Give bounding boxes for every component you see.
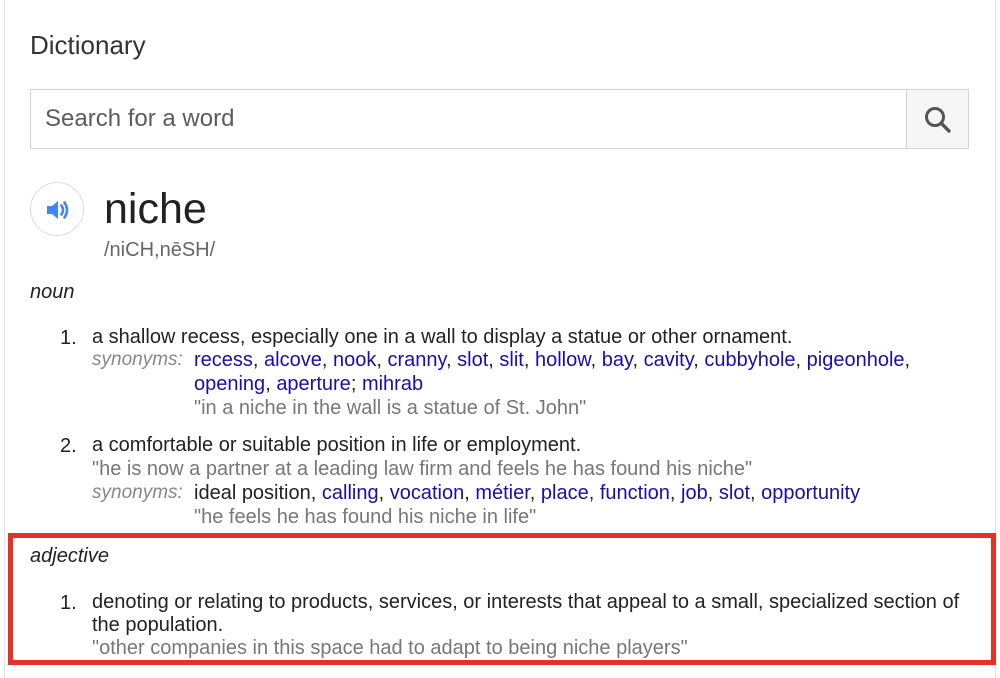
synonym-link[interactable]: métier <box>475 482 529 504</box>
synonym-link[interactable]: bay <box>602 349 633 371</box>
synonym-link[interactable]: cavity <box>644 349 694 371</box>
synonym-link[interactable]: slot <box>457 349 488 371</box>
synonym-link[interactable]: hollow <box>535 349 591 371</box>
synonym-link[interactable]: slit <box>499 349 523 371</box>
synonym-link[interactable]: calling <box>322 482 379 504</box>
definition: a shallow recess, especially one in a wa… <box>92 326 793 348</box>
synonym-link[interactable]: slot <box>719 482 750 504</box>
pronunciation-audio-button[interactable] <box>30 182 84 236</box>
synonyms-label: synonyms: <box>92 482 183 503</box>
synonyms-label: synonyms: <box>92 349 183 370</box>
synonyms-list: ideal position, calling, vocation, métie… <box>194 482 861 504</box>
synonym-link[interactable]: recess <box>194 349 253 371</box>
search-box <box>30 89 969 149</box>
search-button[interactable] <box>906 90 968 148</box>
synonym-text: ideal position <box>194 482 311 504</box>
synonym-link[interactable]: nook <box>333 349 376 371</box>
synonym-link[interactable]: cubbyhole <box>704 349 795 371</box>
synonym-link[interactable]: alcove <box>264 349 322 371</box>
synonym-example: "he feels he has found his niche in life… <box>194 506 537 528</box>
definition: a comfortable or suitable position in li… <box>92 434 582 456</box>
synonym-link[interactable]: cranny <box>387 349 446 371</box>
sense-number: 2. <box>60 435 77 457</box>
example-sentence: "he is now a partner at a leading law fi… <box>92 458 753 480</box>
example-sentence: "in a niche in the wall is a statue of S… <box>194 397 587 419</box>
synonym-link[interactable]: job <box>681 482 708 504</box>
headword: niche <box>104 185 207 233</box>
synonyms-list: recess, alcove, nook, cranny, slot, slit… <box>194 349 911 371</box>
search-input[interactable] <box>31 90 907 148</box>
speaker-icon <box>47 201 69 219</box>
synonym-link[interactable]: opportunity <box>761 482 860 504</box>
synonyms-list-continued: opening, aperture; mihrab <box>194 373 424 395</box>
synonym-link[interactable]: mihrab <box>362 373 423 395</box>
synonym-link[interactable]: function <box>600 482 670 504</box>
sense-number: 1. <box>60 327 77 349</box>
synonym-link[interactable]: opening <box>194 373 265 395</box>
part-of-speech-noun: noun <box>30 281 75 303</box>
phonetic: /niCH,nēSH/ <box>104 239 216 261</box>
synonym-link[interactable]: place <box>541 482 589 504</box>
dictionary-title: Dictionary <box>30 30 146 60</box>
synonym-link[interactable]: vocation <box>390 482 465 504</box>
search-icon <box>925 107 951 133</box>
synonym-link[interactable]: aperture <box>276 373 351 395</box>
highlight-box <box>8 533 996 665</box>
synonym-link[interactable]: pigeonhole <box>807 349 905 371</box>
